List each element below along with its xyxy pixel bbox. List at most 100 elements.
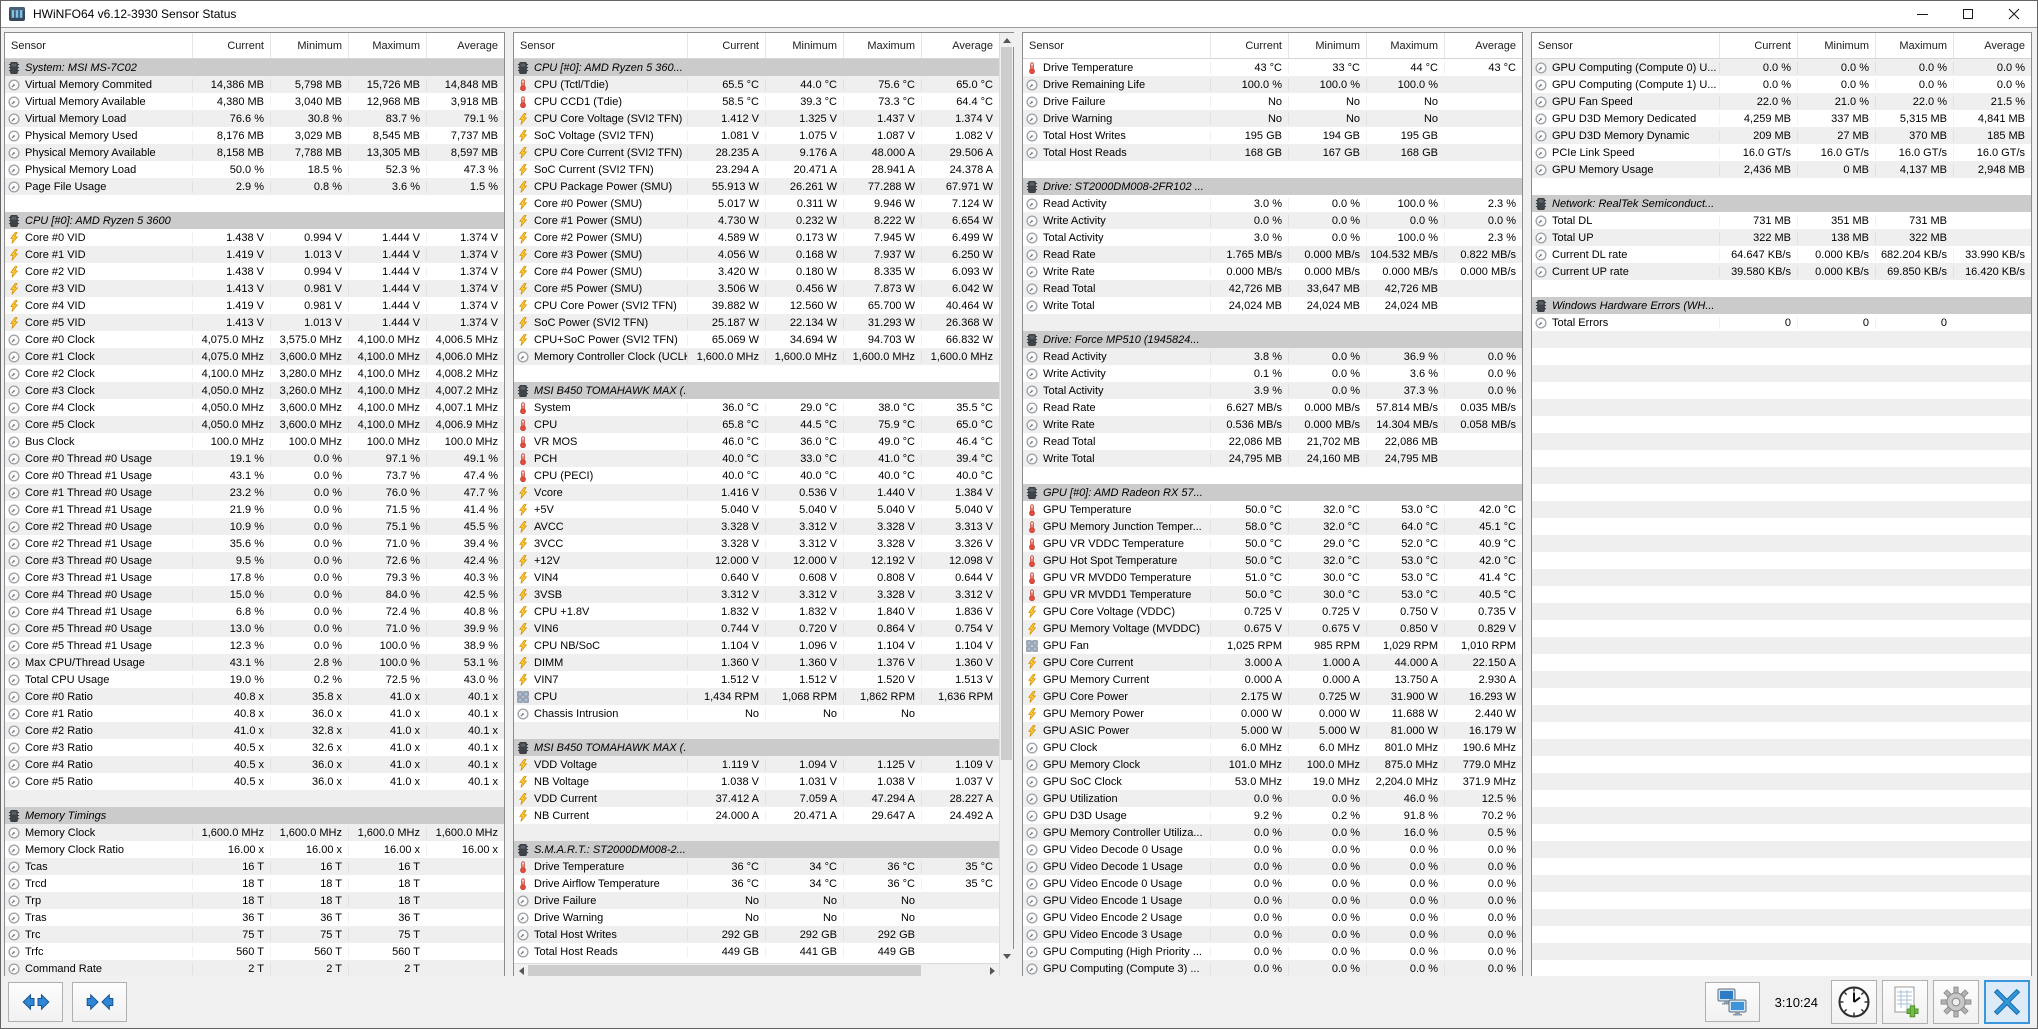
sensor-row[interactable]: Core #0 Thread #1 Usage43.1 %0.0 %73.7 %… xyxy=(5,467,504,484)
sensor-row[interactable]: Core #1 Thread #1 Usage21.9 %0.0 %71.5 %… xyxy=(5,501,504,518)
sensor-row[interactable]: GPU Video Encode 0 Usage0.0 %0.0 %0.0 %0… xyxy=(1023,875,1522,892)
sensor-row[interactable]: Core #0 Power (SMU)5.017 W0.311 W9.946 W… xyxy=(514,195,999,212)
close-window-button[interactable] xyxy=(1991,1,2037,27)
sensor-row[interactable]: CPU1,434 RPM1,068 RPM1,862 RPM1,636 RPM xyxy=(514,688,999,705)
column-header-average[interactable]: Average xyxy=(426,33,504,58)
horizontal-scrollbar-thumb[interactable] xyxy=(528,965,921,976)
column-header-sensor[interactable]: Sensor xyxy=(5,33,192,58)
sensor-row[interactable]: PCIe Link Speed16.0 GT/s16.0 GT/s16.0 GT… xyxy=(1532,144,2031,161)
sensor-row[interactable]: Core #0 Ratio40.8 x35.8 x41.0 x40.1 x xyxy=(5,688,504,705)
sensor-row[interactable]: Core #3 VID1.413 V0.981 V1.444 V1.374 V xyxy=(5,280,504,297)
sensor-row[interactable]: Core #4 Thread #1 Usage6.8 %0.0 %72.4 %4… xyxy=(5,603,504,620)
sensor-row[interactable]: SoC Voltage (SVI2 TFN)1.081 V1.075 V1.08… xyxy=(514,127,999,144)
sensor-row[interactable]: VDD Current37.412 A7.059 A47.294 A28.227… xyxy=(514,790,999,807)
sensor-row[interactable]: CPU Core Power (SVI2 TFN)39.882 W12.560 … xyxy=(514,297,999,314)
section-header-row[interactable]: Drive: ST2000DM008-2FR102 ... xyxy=(1023,178,1522,195)
sensor-row[interactable]: Read Activity3.8 %0.0 %36.9 %0.0 % xyxy=(1023,348,1522,365)
sensor-row[interactable]: Drive FailureNoNoNo xyxy=(514,892,999,909)
minimize-button[interactable] xyxy=(1899,1,1945,27)
scroll-down-button[interactable] xyxy=(1000,949,1014,963)
sensor-row[interactable]: GPU Hot Spot Temperature50.0 °C32.0 °C53… xyxy=(1023,552,1522,569)
sensor-row[interactable]: CPU +1.8V1.832 V1.832 V1.840 V1.836 V xyxy=(514,603,999,620)
sensor-row[interactable]: Total Host Reads168 GB167 GB168 GB xyxy=(1023,144,1522,161)
sensor-row[interactable]: Virtual Memory Commited14,386 MB5,798 MB… xyxy=(5,76,504,93)
sensor-row[interactable]: Command Rate2 T2 T2 T xyxy=(5,960,504,977)
sensor-row[interactable]: GPU Core Power2.175 W0.725 W31.900 W16.2… xyxy=(1023,688,1522,705)
sensor-row[interactable]: Virtual Memory Load76.6 %30.8 %83.7 %79.… xyxy=(5,110,504,127)
sensor-row[interactable]: Core #1 Power (SMU)4.730 W0.232 W8.222 W… xyxy=(514,212,999,229)
sensor-row[interactable]: Memory Clock1,600.0 MHz1,600.0 MHz1,600.… xyxy=(5,824,504,841)
sensor-row[interactable]: Core #4 VID1.419 V0.981 V1.444 V1.374 V xyxy=(5,297,504,314)
sensor-row[interactable]: Core #4 Power (SMU)3.420 W0.180 W8.335 W… xyxy=(514,263,999,280)
sensor-row[interactable]: Trc75 T75 T75 T xyxy=(5,926,504,943)
sensor-row[interactable]: Total Activity3.0 %0.0 %100.0 %2.3 % xyxy=(1023,229,1522,246)
sensor-row[interactable]: Core #5 Ratio40.5 x36.0 x41.0 x40.1 x xyxy=(5,773,504,790)
sensor-row[interactable]: CPU NB/SoC1.104 V1.096 V1.104 V1.104 V xyxy=(514,637,999,654)
column-header-current[interactable]: Current xyxy=(687,33,765,58)
sensor-row[interactable]: GPU Video Decode 1 Usage0.0 %0.0 %0.0 %0… xyxy=(1023,858,1522,875)
sensor-row[interactable]: CPU (Tctl/Tdie)65.5 °C44.0 °C75.6 °C65.0… xyxy=(514,76,999,93)
vertical-scrollbar-thumb[interactable] xyxy=(1001,47,1012,760)
sensor-row[interactable]: CPU65.8 °C44.5 °C75.9 °C65.0 °C xyxy=(514,416,999,433)
sensor-row[interactable]: Read Total42,726 MB33,647 MB42,726 MB xyxy=(1023,280,1522,297)
sensor-row[interactable]: CPU Core Voltage (SVI2 TFN)1.412 V1.325 … xyxy=(514,110,999,127)
section-header-row[interactable]: MSI B450 TOMAHAWK MAX (... xyxy=(514,382,999,399)
sensor-row[interactable]: +12V12.000 V12.000 V12.192 V12.098 V xyxy=(514,552,999,569)
sensor-row[interactable]: GPU Video Decode 0 Usage0.0 %0.0 %0.0 %0… xyxy=(1023,841,1522,858)
sensor-row[interactable]: Physical Memory Available8,158 MB7,788 M… xyxy=(5,144,504,161)
sensor-row[interactable]: GPU Memory Controller Utiliza...0.0 %0.0… xyxy=(1023,824,1522,841)
sensor-row[interactable]: Physical Memory Load50.0 %18.5 %52.3 %47… xyxy=(5,161,504,178)
sensor-row[interactable]: Read Activity3.0 %0.0 %100.0 %2.3 % xyxy=(1023,195,1522,212)
column-header-sensor[interactable]: Sensor xyxy=(514,33,687,58)
sensor-row[interactable]: Core #3 Thread #1 Usage17.8 %0.0 %79.3 %… xyxy=(5,569,504,586)
sensor-row[interactable]: Total Activity3.9 %0.0 %37.3 %0.0 % xyxy=(1023,382,1522,399)
sensor-row[interactable]: VDD Voltage1.119 V1.094 V1.125 V1.109 V xyxy=(514,756,999,773)
sensor-row[interactable]: Core #2 Power (SMU)4.589 W0.173 W7.945 W… xyxy=(514,229,999,246)
sensor-row[interactable]: GPU Video Encode 2 Usage0.0 %0.0 %0.0 %0… xyxy=(1023,909,1522,926)
sensor-row[interactable]: Core #1 VID1.419 V1.013 V1.444 V1.374 V xyxy=(5,246,504,263)
sensor-row[interactable]: GPU Temperature50.0 °C32.0 °C53.0 °C42.0… xyxy=(1023,501,1522,518)
sensor-row[interactable]: GPU VR MVDD0 Temperature51.0 °C30.0 °C53… xyxy=(1023,569,1522,586)
column-header-maximum[interactable]: Maximum xyxy=(843,33,921,58)
column-header-current[interactable]: Current xyxy=(1719,33,1797,58)
sensor-row[interactable]: GPU D3D Usage9.2 %0.2 %91.8 %70.2 % xyxy=(1023,807,1522,824)
sensor-row[interactable]: Core #2 Ratio41.0 x32.8 x41.0 x40.1 x xyxy=(5,722,504,739)
sensor-row[interactable]: Core #1 Ratio40.8 x36.0 x41.0 x40.1 x xyxy=(5,705,504,722)
section-header-row[interactable]: Memory Timings xyxy=(5,807,504,824)
column-header-average[interactable]: Average xyxy=(921,33,999,58)
sensor-row[interactable]: DIMM1.360 V1.360 V1.376 V1.360 V xyxy=(514,654,999,671)
sensor-row[interactable]: Current UP rate39.580 KB/s0.000 KB/s69.8… xyxy=(1532,263,2031,280)
sensor-row[interactable]: Read Rate6.627 MB/s0.000 MB/s57.814 MB/s… xyxy=(1023,399,1522,416)
section-header-row[interactable]: Windows Hardware Errors (WH... xyxy=(1532,297,2031,314)
sensor-row[interactable]: GPU Fan Speed22.0 %21.0 %22.0 %21.5 % xyxy=(1532,93,2031,110)
sensor-row[interactable]: Physical Memory Used8,176 MB3,029 MB8,54… xyxy=(5,127,504,144)
sensor-row[interactable]: GPU Utilization0.0 %0.0 %46.0 %12.5 % xyxy=(1023,790,1522,807)
sensor-row[interactable]: Read Rate1.765 MB/s0.000 MB/s104.532 MB/… xyxy=(1023,246,1522,263)
sensor-row[interactable]: Core #1 Thread #0 Usage23.2 %0.0 %76.0 %… xyxy=(5,484,504,501)
scroll-up-button[interactable] xyxy=(1000,33,1014,47)
sensor-row[interactable]: GPU D3D Memory Dedicated4,259 MB337 MB5,… xyxy=(1532,110,2031,127)
sensor-row[interactable]: SoC Current (SVI2 TFN)23.294 A20.471 A28… xyxy=(514,161,999,178)
horizontal-scrollbar[interactable] xyxy=(514,963,999,977)
sensor-row[interactable]: Core #0 VID1.438 V0.994 V1.444 V1.374 V xyxy=(5,229,504,246)
sensor-row[interactable]: Trp18 T18 T18 T xyxy=(5,892,504,909)
sensor-row[interactable]: GPU Fan1,025 RPM985 RPM1,029 RPM1,010 RP… xyxy=(1023,637,1522,654)
sensor-row[interactable]: Core #4 Thread #0 Usage15.0 %0.0 %84.0 %… xyxy=(5,586,504,603)
sensor-row[interactable]: Core #2 Thread #1 Usage35.6 %0.0 %71.0 %… xyxy=(5,535,504,552)
sensor-row[interactable]: NB Voltage1.038 V1.031 V1.038 V1.037 V xyxy=(514,773,999,790)
clock-button[interactable] xyxy=(1831,980,1877,1024)
column-header-current[interactable]: Current xyxy=(1210,33,1288,58)
sensor-row[interactable]: GPU Memory Usage2,436 MB0 MB4,137 MB2,94… xyxy=(1532,161,2031,178)
sensor-row[interactable]: Write Total24,795 MB24,160 MB24,795 MB xyxy=(1023,450,1522,467)
sensor-row[interactable]: Tras36 T36 T36 T xyxy=(5,909,504,926)
settings-button[interactable] xyxy=(1933,980,1979,1024)
sensor-row[interactable]: PCH40.0 °C33.0 °C41.0 °C39.4 °C xyxy=(514,450,999,467)
sensor-row[interactable]: Trcd18 T18 T18 T xyxy=(5,875,504,892)
sensor-row[interactable]: GPU Memory Clock101.0 MHz100.0 MHz875.0 … xyxy=(1023,756,1522,773)
sensor-row[interactable]: VIN40.640 V0.608 V0.808 V0.644 V xyxy=(514,569,999,586)
vertical-scrollbar[interactable] xyxy=(999,33,1013,977)
sensor-row[interactable]: Core #3 Thread #0 Usage9.5 %0.0 %72.6 %4… xyxy=(5,552,504,569)
sensor-row[interactable]: GPU Computing (Compute 1) U...0.0 %0.0 %… xyxy=(1532,76,2031,93)
column-header-average[interactable]: Average xyxy=(1444,33,1522,58)
sensor-row[interactable]: VIN60.744 V0.720 V0.864 V0.754 V xyxy=(514,620,999,637)
